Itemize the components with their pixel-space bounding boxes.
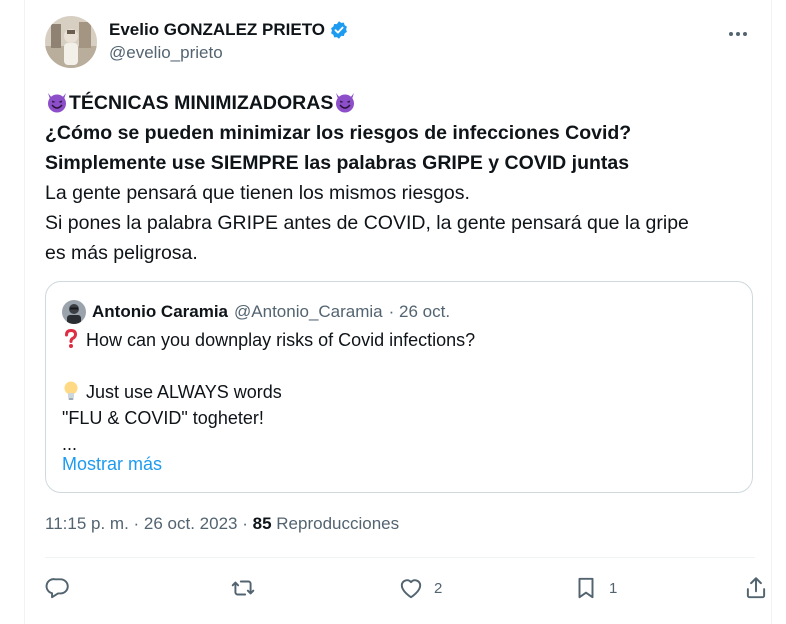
red-question-mark-icon xyxy=(65,328,78,348)
retweet-button[interactable] xyxy=(230,570,266,606)
tweet-line-3: La gente pensará que tienen los mismos r… xyxy=(45,182,470,204)
reply-icon xyxy=(45,578,69,599)
heart-icon xyxy=(400,579,422,599)
quoted-tweet[interactable]: Antonio Caramia @Antonio_Caramia · 26 oc… xyxy=(45,281,753,493)
verified-badge-icon xyxy=(329,20,349,40)
quoted-line-2 xyxy=(62,353,475,379)
views-count: 85 xyxy=(252,514,272,533)
bookmark-button[interactable]: 1 xyxy=(573,570,617,606)
quoted-body: How can you downplay risks of Covid infe… xyxy=(62,327,475,457)
tweet-card: Evelio GONZALEZ PRIETO @evelio_prieto TÉ… xyxy=(24,0,772,624)
like-button[interactable]: 2 xyxy=(398,570,442,606)
tweet-line-4: Si pones la palabra GRIPE antes de COVID… xyxy=(45,212,689,234)
quoted-handle: @Antonio_Caramia xyxy=(234,302,383,321)
author-handle[interactable]: @evelio_prieto xyxy=(109,43,349,63)
divider xyxy=(45,557,755,558)
tweet-date[interactable]: 26 oct. 2023 xyxy=(144,514,238,533)
share-icon xyxy=(746,577,766,599)
show-more-link[interactable]: Mostrar más xyxy=(62,454,162,475)
author-display-name[interactable]: Evelio GONZALEZ PRIETO xyxy=(109,20,325,40)
quoted-display-name: Antonio Caramia xyxy=(92,302,229,321)
more-horizontal-icon[interactable] xyxy=(723,24,753,44)
tweet-bold-line-2: Simplemente use SIEMPRE las palabras GRI… xyxy=(45,152,630,174)
like-count: 2 xyxy=(434,579,443,597)
quoted-line-1-text: How can you downplay risks of Covid infe… xyxy=(86,330,476,350)
bookmark-icon xyxy=(578,577,594,599)
tweet-header: Evelio GONZALEZ PRIETO @evelio_prieto xyxy=(45,16,755,72)
avatar-image xyxy=(45,16,97,68)
meta-separator: · xyxy=(133,514,144,533)
tweet-title-line: TÉCNICAS MINIMIZADORAS xyxy=(45,88,755,118)
smiling-devil-emoji-icon xyxy=(336,93,355,113)
share-button[interactable] xyxy=(743,570,769,606)
tweet-bold-line-1: ¿Cómo se pueden minimizar los riesgos de… xyxy=(45,122,632,144)
reply-button[interactable] xyxy=(45,570,81,606)
smiling-devil-emoji-icon xyxy=(48,93,66,113)
quoted-header: Antonio Caramia @Antonio_Caramia · 26 oc… xyxy=(62,300,450,324)
tweet-meta: 11:15 p. m. · 26 oct. 2023 · 85 Reproduc… xyxy=(45,514,399,534)
quoted-line-4: "FLU & COVID" togheter! xyxy=(62,408,264,428)
tweet-line-5: es más peligrosa. xyxy=(45,242,198,264)
quoted-line-1: How can you downplay risks of Covid infe… xyxy=(62,327,475,353)
tweet-text: TÉCNICAS MINIMIZADORAS ¿Cómo se pueden m… xyxy=(45,88,755,268)
quoted-avatar-image xyxy=(62,300,86,324)
tweet-title: TÉCNICAS MINIMIZADORAS xyxy=(69,92,334,114)
light-bulb-icon xyxy=(64,381,78,400)
views-label: Reproducciones xyxy=(276,514,400,533)
author-avatar[interactable] xyxy=(45,16,97,68)
action-bar: 2 1 xyxy=(45,570,766,606)
bookmark-count: 1 xyxy=(609,579,618,597)
quoted-line-3-text: Just use ALWAYS words xyxy=(86,382,282,402)
tweet-time[interactable]: 11:15 p. m. xyxy=(45,514,129,533)
author-names: Evelio GONZALEZ PRIETO @evelio_prieto xyxy=(109,16,349,63)
retweet-icon xyxy=(231,580,255,596)
quoted-date: · 26 oct. xyxy=(388,302,451,321)
page-margin xyxy=(0,0,24,624)
meta-separator: · xyxy=(242,514,253,533)
author-display-row: Evelio GONZALEZ PRIETO xyxy=(109,20,349,40)
quoted-avatar xyxy=(62,300,86,324)
quoted-line-3: Just use ALWAYS words xyxy=(62,379,475,405)
